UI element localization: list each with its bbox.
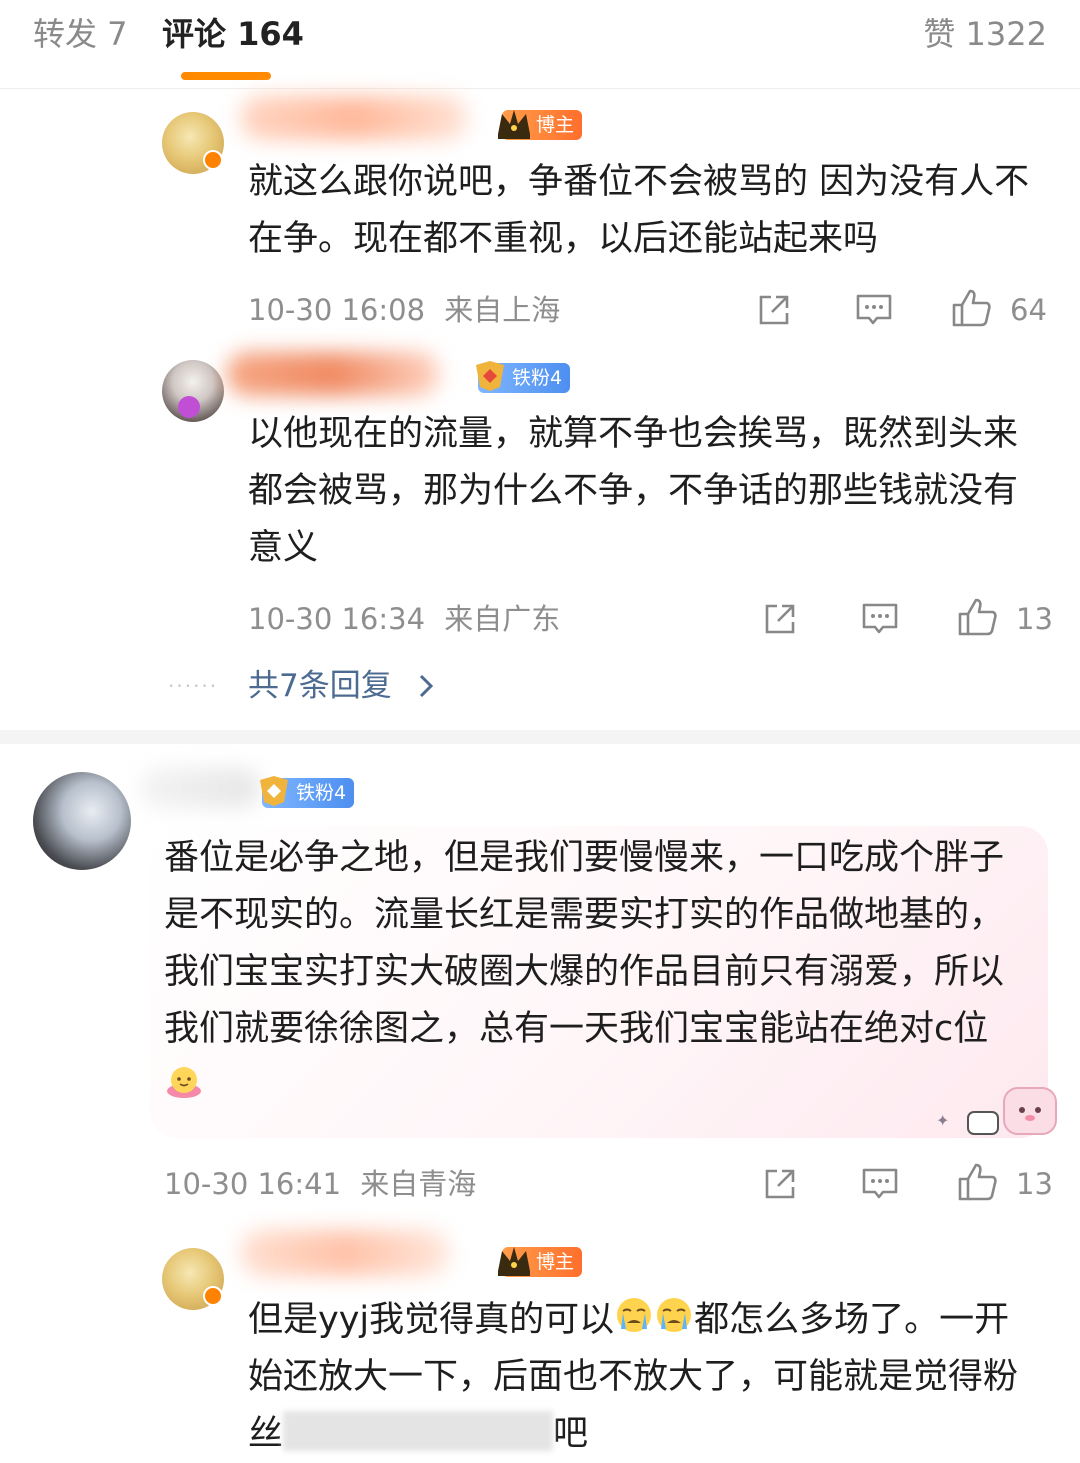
verified-badge-icon [203,150,223,170]
comment-location: 来自青海 [360,1167,477,1201]
comment-time: 10-30 16:08 [248,293,426,327]
badge-label: 博主 [536,114,575,136]
crown-icon [498,110,530,139]
comment-text-part: 但是yyj我觉得真的可以 [248,1300,615,1340]
comment-meta: 10-30 16:08 来自上海 [248,290,560,330]
tab-likes[interactable]: 赞 1322 [923,12,1047,56]
fan-medal-icon [260,776,288,806]
comment-text: 以他现在的流量，就算不争也会挨骂，既然到头来都会被骂，那为什么不争，不争话的那些… [248,414,1019,568]
crying-emoji-icon [617,1298,652,1332]
watermark-redaction [283,1411,554,1451]
comment-location: 来自广东 [444,602,561,636]
tab-comments[interactable]: 评论 164 [162,12,304,56]
active-tab-indicator [181,72,271,80]
comment-icon[interactable] [855,292,893,328]
badge-label: 铁粉4 [296,782,347,804]
svg-text:✦: ✦ [936,1111,949,1130]
comment-time: 10-30 16:34 [248,602,426,636]
chevron-right-icon [419,674,433,698]
username-redacted[interactable] [240,96,468,140]
card-decoration-icon: ✦ [936,1087,1057,1135]
badge-label: 铁粉4 [512,367,563,389]
view-replies-label: 共7条回复 [248,668,392,704]
comment-icon[interactable] [861,1166,899,1202]
badge-label: 博主 [536,1251,575,1273]
comment-text: 番位是必争之地，但是我们要慢慢来，一口吃成个胖子是不现实的。流量长红是需要实打实… [164,830,1024,1115]
like-count: 13 [1016,1167,1053,1201]
crown-icon [498,1247,530,1276]
share-icon[interactable] [762,1166,798,1202]
comment-meta: 10-30 16:41 来自青海 [164,1164,476,1204]
comment-text-body: 番位是必争之地，但是我们要慢慢来，一口吃成个胖子是不现实的。流量长红是需要实打实… [164,838,1005,1049]
cake-emoji-icon [167,1067,201,1098]
comment-time: 10-30 16:41 [164,1167,342,1201]
comment-text: 就这么跟你说吧，争番位不会被骂的 因为没有人不在争。现在都不重视，以后还能站起来… [248,162,1030,259]
verified-badge-icon [203,1286,223,1306]
comment-meta: 10-30 16:34 来自广东 [248,599,560,639]
comment-text-part: 吧 [553,1414,589,1454]
tab-reposts[interactable]: 转发 7 [33,12,128,56]
blogger-badge: 博主 [498,1247,583,1277]
share-icon[interactable] [756,292,792,328]
replies-dots: ······ [168,674,219,698]
comment-text: 但是yyj我觉得真的可以 都怎么多场了。一开始还放大一下，后面也不放大了，可能就是… [248,1292,1043,1463]
username-redacted[interactable] [140,768,260,808]
section-divider [0,730,1080,744]
avatar-pendant [178,396,200,418]
username-redacted[interactable] [240,1230,450,1276]
comment-location: 来自上海 [444,293,561,327]
share-icon[interactable] [762,601,798,637]
fan-level-badge: 铁粉4 [260,776,355,808]
like-count: 13 [1016,602,1053,636]
username-redacted[interactable] [226,352,440,396]
blogger-badge: 博主 [498,110,583,140]
crying-emoji-icon [657,1298,692,1332]
fan-level-badge: 铁粉4 [476,361,571,393]
like-icon[interactable] [950,287,994,329]
fan-medal-icon [476,361,504,391]
like-count: 64 [1010,293,1047,327]
like-icon[interactable] [956,1161,1000,1203]
view-replies-link[interactable]: 共7条回复 [248,664,434,708]
like-icon[interactable] [956,596,1000,638]
comment-tab-bar: 转发 7 评论 164 赞 1322 [0,0,1080,89]
comment-icon[interactable] [861,601,899,637]
avatar[interactable] [33,772,131,870]
